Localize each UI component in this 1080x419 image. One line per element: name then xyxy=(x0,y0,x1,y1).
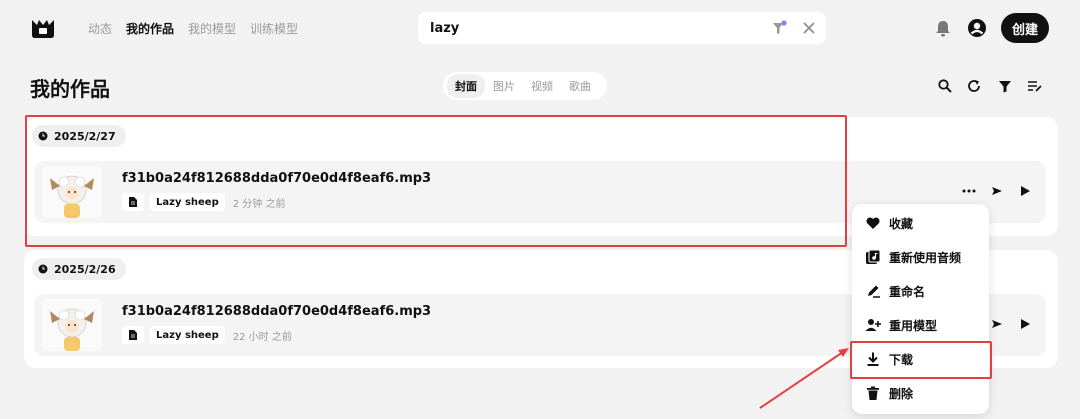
reuse-audio-icon xyxy=(866,249,881,264)
main-nav: 动态 我的作品 我的模型 训练模型 xyxy=(88,20,298,37)
nav-item-train-model[interactable]: 训练模型 xyxy=(250,20,298,37)
filter-funnel-icon[interactable] xyxy=(997,78,1013,94)
date-badge: 2025/2/26 xyxy=(32,258,126,280)
send-icon[interactable] xyxy=(990,184,1004,198)
row-actions xyxy=(962,184,1032,198)
time-ago: 2 分钟 之前 xyxy=(232,198,286,210)
cover-thumbnail[interactable] xyxy=(42,166,102,218)
user-avatar-icon[interactable] xyxy=(967,18,987,38)
play-icon[interactable] xyxy=(1018,184,1032,198)
search-icon[interactable] xyxy=(937,78,953,94)
clear-search-icon[interactable] xyxy=(801,20,817,36)
lazy-sheep-avatar-icon xyxy=(42,299,102,351)
rename-pen-icon xyxy=(868,285,880,298)
file-icon xyxy=(129,197,137,207)
date-label: 2025/2/27 xyxy=(54,129,116,143)
menu-item-label: 下载 xyxy=(889,352,914,367)
time-ago: 22 小时 之前 xyxy=(232,331,292,343)
file-name: f31b0a24f812688dda0f70e0d4f8eaf6.mp3 xyxy=(122,171,432,186)
menu-item-label: 收藏 xyxy=(889,216,914,231)
tab-image[interactable]: 图片 xyxy=(485,74,523,98)
tab-song[interactable]: 歌曲 xyxy=(561,74,599,98)
clock-icon xyxy=(38,264,48,274)
model-tag[interactable]: Lazy sheep xyxy=(150,326,225,344)
date-badge: 2025/2/27 xyxy=(32,125,126,147)
menu-item-rename[interactable]: 重命名 xyxy=(852,277,989,305)
menu-item-favorite[interactable]: 收藏 xyxy=(852,209,989,237)
menu-item-download[interactable]: 下载 xyxy=(852,345,989,373)
play-icon[interactable] xyxy=(1018,317,1032,331)
page-title: 我的作品 xyxy=(30,77,110,101)
nav-item-my-works[interactable]: 我的作品 xyxy=(126,20,174,37)
add-person-icon xyxy=(865,319,881,331)
filter-icon[interactable] xyxy=(771,20,787,36)
work-meta: Lazy sheep 22 小时 之前 xyxy=(122,326,292,344)
menu-item-delete[interactable]: 删除 xyxy=(852,379,989,407)
menu-item-label: 重命名 xyxy=(889,284,926,299)
context-menu: 收藏 重新使用音频 重命名 重用模型 下载 删除 xyxy=(852,204,989,414)
menu-item-label: 重用模型 xyxy=(889,318,938,333)
file-icon xyxy=(129,330,137,340)
file-type-badge xyxy=(122,193,144,211)
date-label: 2025/2/26 xyxy=(54,262,116,276)
refresh-icon[interactable] xyxy=(966,78,982,94)
work-meta: Lazy sheep 2 分钟 之前 xyxy=(122,193,285,211)
model-tag[interactable]: Lazy sheep xyxy=(150,193,225,211)
menu-item-label: 重新使用音频 xyxy=(889,250,962,265)
clock-icon xyxy=(38,131,48,141)
tab-cover[interactable]: 封面 xyxy=(447,74,485,98)
media-type-tabs: 封面 图片 视频 歌曲 xyxy=(443,72,607,100)
menu-item-reuse-model[interactable]: 重用模型 xyxy=(852,311,989,339)
sort-list-icon[interactable] xyxy=(1027,78,1043,94)
top-bar: 动态 我的作品 我的模型 训练模型 创建 xyxy=(0,0,1080,56)
lazy-sheep-avatar-icon xyxy=(42,166,102,218)
bell-icon[interactable] xyxy=(934,19,952,38)
nav-item-feed[interactable]: 动态 xyxy=(88,20,112,37)
search-input[interactable] xyxy=(430,12,750,44)
file-name: f31b0a24f812688dda0f70e0d4f8eaf6.mp3 xyxy=(122,304,432,319)
more-options-icon[interactable] xyxy=(962,184,976,198)
cover-thumbnail[interactable] xyxy=(42,299,102,351)
create-button[interactable]: 创建 xyxy=(1001,13,1049,43)
search-bar xyxy=(418,12,826,44)
nav-item-my-models[interactable]: 我的模型 xyxy=(188,20,236,37)
tab-video[interactable]: 视频 xyxy=(523,74,561,98)
download-icon xyxy=(867,352,879,366)
trash-icon xyxy=(867,386,879,400)
menu-item-reuse-audio[interactable]: 重新使用音频 xyxy=(852,243,989,271)
app-logo-icon[interactable] xyxy=(30,17,56,39)
menu-item-label: 删除 xyxy=(889,386,914,401)
heart-icon xyxy=(866,217,880,229)
file-type-badge xyxy=(122,326,144,344)
send-icon[interactable] xyxy=(990,317,1004,331)
